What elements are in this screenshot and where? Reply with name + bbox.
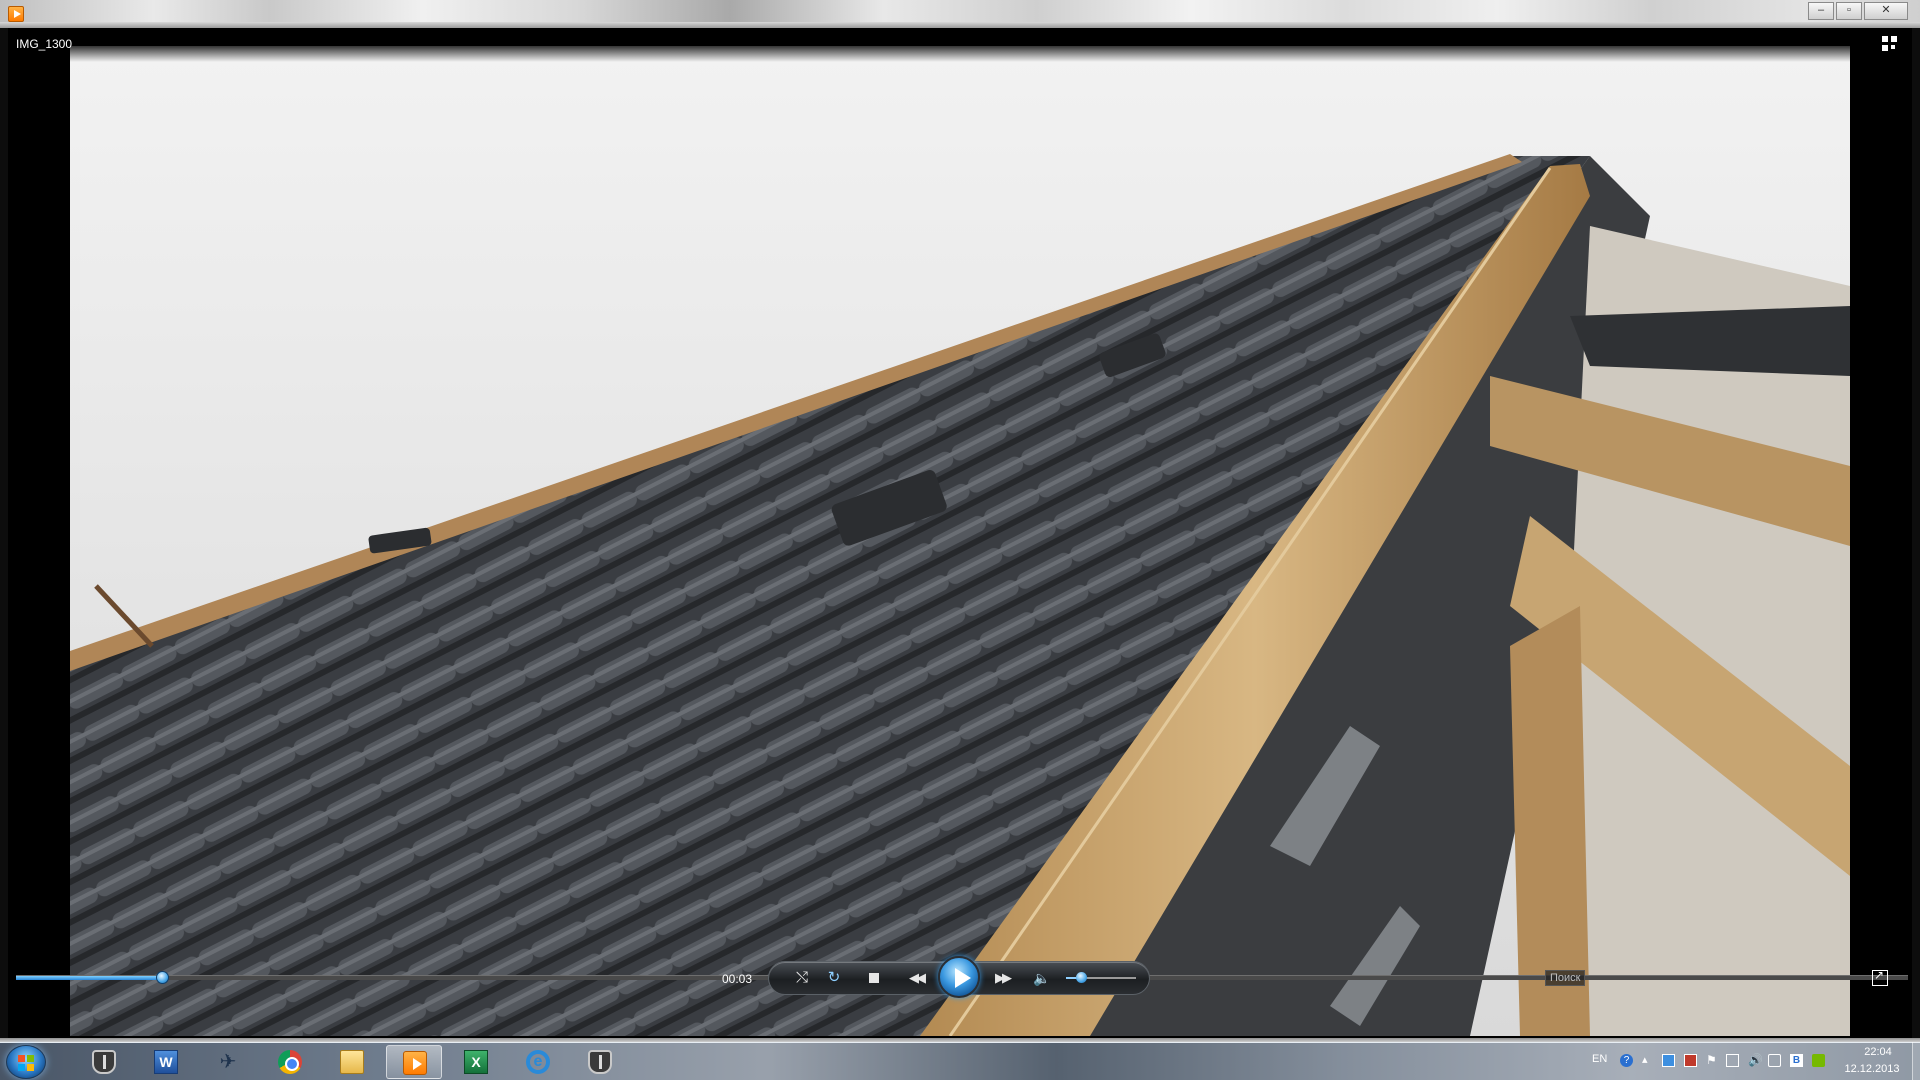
- clock-date[interactable]: 12.12.2013: [1836, 1063, 1908, 1075]
- maximize-button[interactable]: ▫: [1836, 2, 1862, 20]
- volume-slider[interactable]: [1066, 972, 1136, 983]
- language-indicator[interactable]: EN: [1592, 1053, 1607, 1065]
- switch-view-icon[interactable]: [1882, 36, 1898, 52]
- help-icon[interactable]: ?: [1620, 1054, 1633, 1067]
- previous-button[interactable]: ◀◀: [902, 963, 930, 993]
- show-hidden-icons-icon[interactable]: ▴: [1642, 1054, 1655, 1067]
- power-icon[interactable]: [1768, 1054, 1781, 1067]
- video-roof-image: [70, 46, 1850, 1036]
- taskbar-item-media-player[interactable]: [386, 1045, 442, 1079]
- vk-icon[interactable]: B: [1790, 1054, 1803, 1067]
- taskbar-item-world-of-tanks[interactable]: [76, 1045, 132, 1079]
- seek-progress: [16, 976, 162, 980]
- switch-to-library-button[interactable]: [1872, 968, 1888, 986]
- mute-button[interactable]: 🔈: [1028, 963, 1056, 993]
- media-player-app-icon[interactable]: [8, 6, 24, 22]
- taskbar-item-world-of-tanks-2[interactable]: [572, 1045, 628, 1079]
- repeat-button[interactable]: ↻: [820, 963, 848, 993]
- play-button[interactable]: [938, 956, 980, 998]
- network-icon[interactable]: [1662, 1054, 1675, 1067]
- window-title-bar[interactable]: – ▫ ✕: [0, 0, 1920, 28]
- next-button[interactable]: ▶▶: [988, 963, 1016, 993]
- taskbar-item-internet-explorer[interactable]: e: [510, 1045, 566, 1079]
- search-tooltip: Поиск: [1545, 970, 1586, 986]
- taskbar-item-chrome[interactable]: [262, 1045, 318, 1079]
- volume-icon[interactable]: 🔊: [1748, 1054, 1763, 1067]
- taskbar-item-warplanes[interactable]: ✈: [200, 1045, 256, 1079]
- chrome-icon: [278, 1050, 302, 1074]
- taskbar-item-explorer[interactable]: [324, 1045, 380, 1079]
- seek-thumb[interactable]: [155, 971, 169, 984]
- media-player-window: IMG_1300: [8, 28, 1912, 1038]
- minimize-button[interactable]: –: [1808, 2, 1834, 20]
- clock-time[interactable]: 22:04: [1848, 1046, 1908, 1058]
- shuffle-button[interactable]: ⤭: [788, 963, 816, 993]
- close-button[interactable]: ✕: [1864, 2, 1908, 20]
- word-icon: W: [154, 1050, 178, 1074]
- wings-icon: ✈: [219, 1051, 237, 1073]
- media-title: IMG_1300: [16, 37, 73, 51]
- elapsed-time: 00:03: [722, 972, 753, 986]
- video-frame[interactable]: [70, 46, 1850, 1036]
- tank-icon: [92, 1050, 116, 1074]
- stop-button[interactable]: [860, 963, 888, 993]
- folder-icon: [340, 1050, 364, 1074]
- action-center-icon[interactable]: ⚑: [1706, 1054, 1719, 1067]
- security-alert-icon[interactable]: [1684, 1054, 1697, 1067]
- display-icon[interactable]: [1726, 1054, 1739, 1067]
- taskbar-item-excel[interactable]: X: [448, 1045, 504, 1079]
- ie-icon: e: [526, 1050, 550, 1074]
- tank-icon: [588, 1050, 612, 1074]
- excel-icon: X: [464, 1050, 488, 1074]
- nvidia-icon[interactable]: [1812, 1054, 1825, 1067]
- taskbar-item-word[interactable]: W: [138, 1045, 194, 1079]
- media-player-icon: [403, 1051, 427, 1075]
- show-desktop-button[interactable]: [1912, 1042, 1920, 1080]
- start-button[interactable]: [6, 1045, 46, 1079]
